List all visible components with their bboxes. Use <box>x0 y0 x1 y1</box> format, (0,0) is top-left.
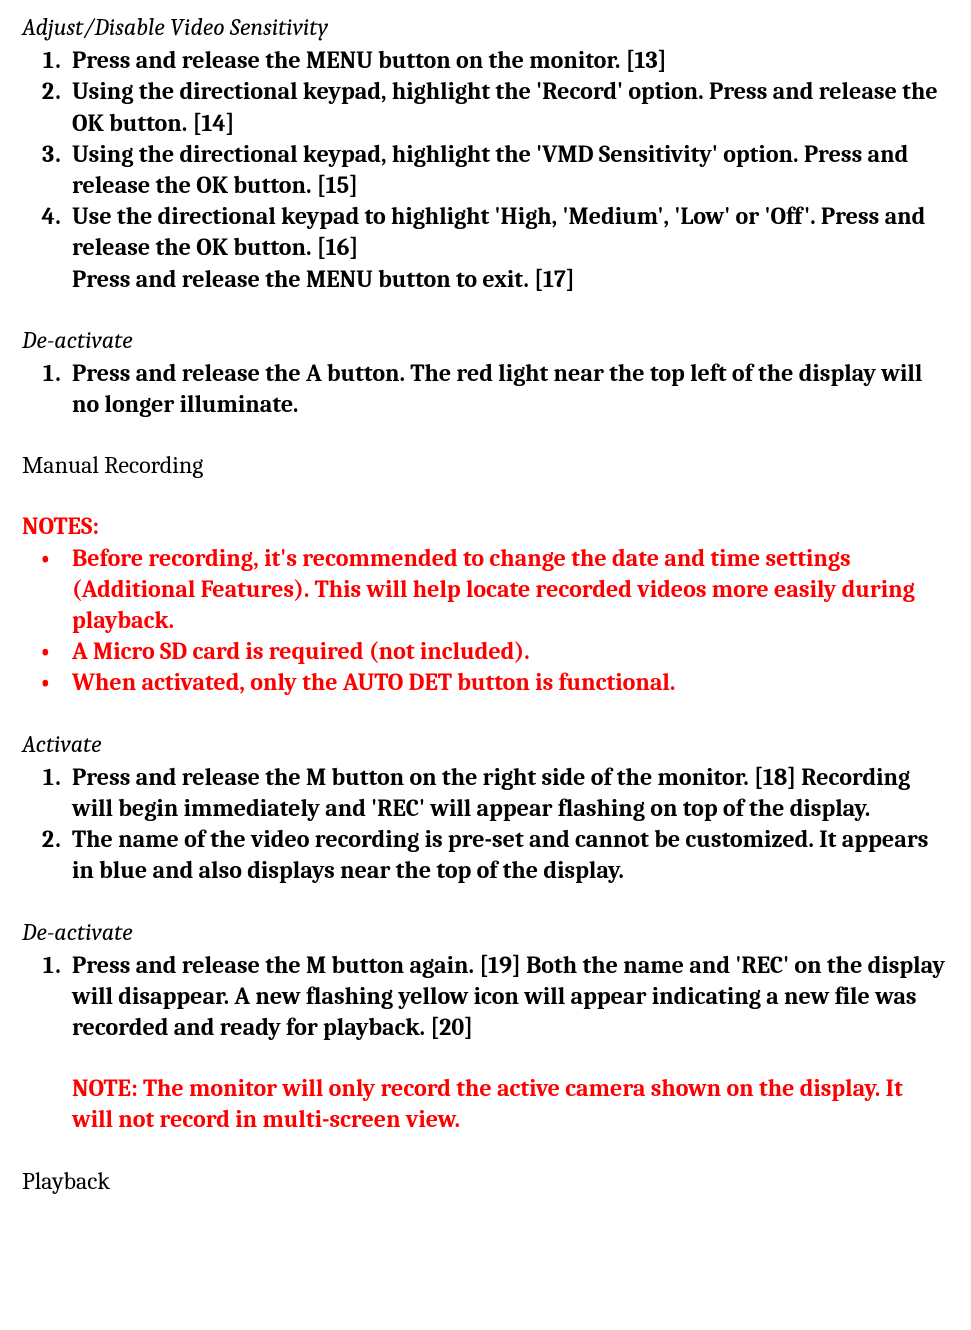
step-text: Use the directional keypad to highlight … <box>72 202 925 261</box>
inline-note: NOTE: The monitor will only record the a… <box>72 1073 949 1135</box>
list-item: When activated, only the AUTO DET button… <box>40 667 949 698</box>
adjust-steps-list: Press and release the MENU button on the… <box>22 45 949 295</box>
list-item: Press and release the MENU button on the… <box>66 45 949 76</box>
notes-heading: NOTES: <box>22 511 949 542</box>
section-heading-deactivate-2: De-activate <box>22 917 949 948</box>
list-item: Press and release the M button again. [1… <box>66 950 949 1044</box>
section-heading-manual: Manual Recording <box>22 450 949 481</box>
section-heading-playback: Playback <box>22 1166 949 1197</box>
deactivate2-steps-list: Press and release the M button again. [1… <box>22 950 949 1044</box>
section-heading-activate: Activate <box>22 729 949 760</box>
list-item: Using the directional keypad, highlight … <box>66 139 949 201</box>
list-item: Press and release the M button on the ri… <box>66 762 949 824</box>
list-item: Use the directional keypad to highlight … <box>66 201 949 295</box>
list-item: Using the directional keypad, highlight … <box>66 76 949 138</box>
list-item: A Micro SD card is required (not include… <box>40 636 949 667</box>
notes-block: NOTES: Before recording, it's recommende… <box>22 511 949 698</box>
section-heading-deactivate-1: De-activate <box>22 325 949 356</box>
list-item: The name of the video recording is pre-s… <box>66 824 949 886</box>
deactivate-steps-list: Press and release the A button. The red … <box>22 358 949 420</box>
list-item: Press and release the A button. The red … <box>66 358 949 420</box>
step-trailing: Press and release the MENU button to exi… <box>72 265 575 293</box>
activate-steps-list: Press and release the M button on the ri… <box>22 762 949 887</box>
section-heading-adjust: Adjust/Disable Video Sensitivity <box>22 12 949 43</box>
list-item: Before recording, it's recommended to ch… <box>40 543 949 637</box>
notes-list: Before recording, it's recommended to ch… <box>22 543 949 699</box>
